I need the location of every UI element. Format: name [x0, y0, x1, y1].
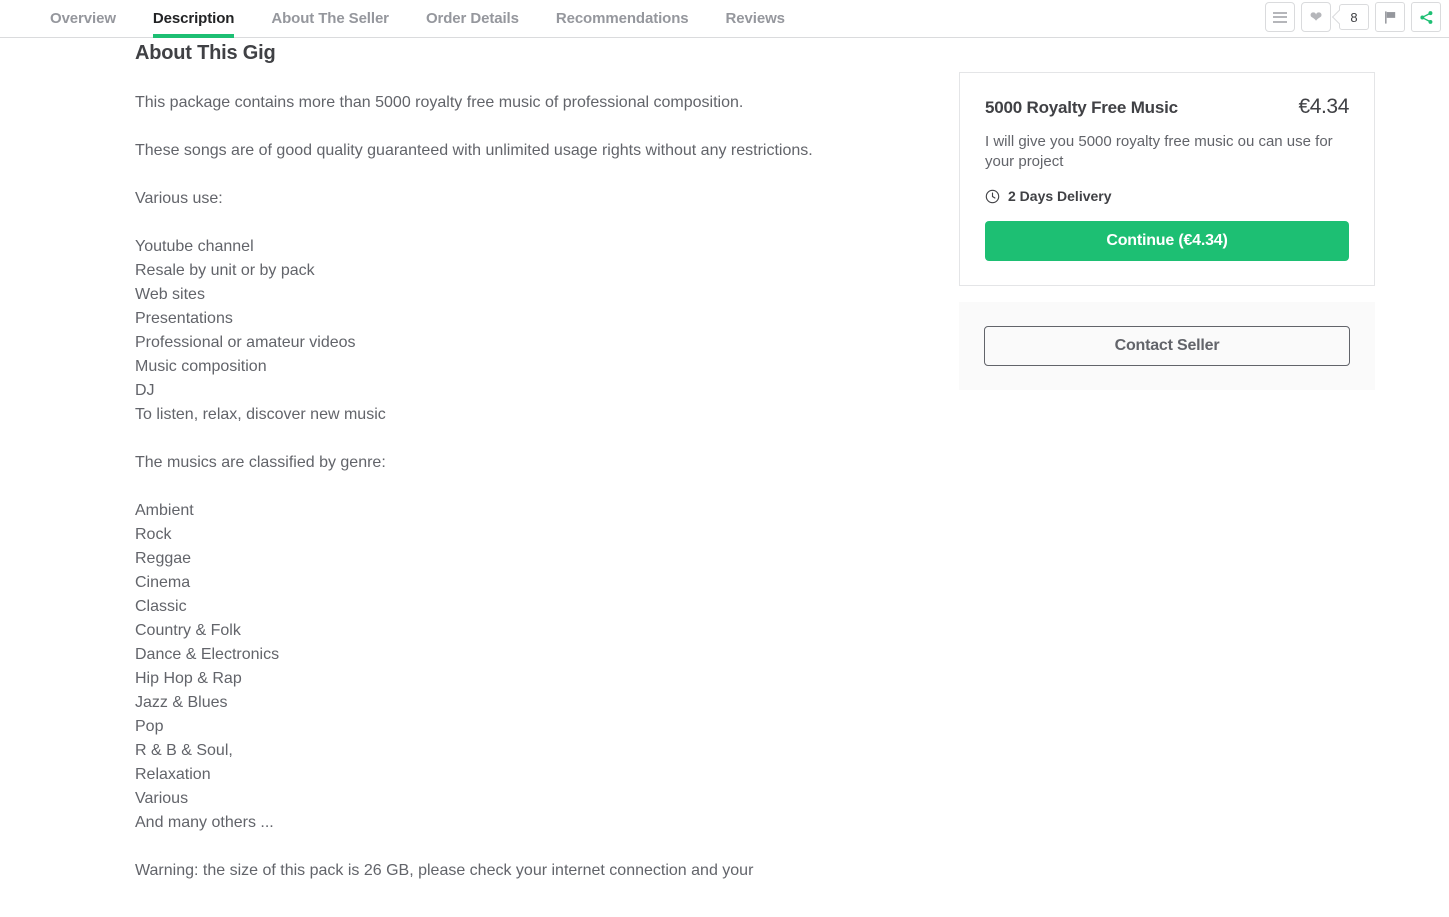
contact-seller-panel: Contact Seller — [959, 302, 1375, 390]
favorite-button[interactable]: ❤ — [1301, 2, 1331, 32]
favorite-count-badge: 8 — [1339, 4, 1369, 30]
package-delivery: 2 Days Delivery — [985, 188, 1349, 204]
page-title: About This Gig — [135, 42, 276, 64]
package-title: 5000 Royalty Free Music — [985, 98, 1178, 117]
tab-description-label: Description — [152, 10, 235, 27]
tab-order-details-label: Order Details — [425, 10, 519, 27]
tab-description[interactable]: Description — [152, 0, 235, 38]
gig-description-section: About This Gig This package contains mor… — [135, 42, 835, 883]
favorite-count-value: 8 — [1350, 9, 1358, 25]
gig-description-text: This package contains more than 5000 roy… — [135, 94, 813, 879]
share-button[interactable] — [1411, 2, 1441, 32]
clock-icon — [985, 189, 1000, 203]
share-icon — [1419, 10, 1432, 24]
tab-about-the-seller[interactable]: About The Seller — [271, 0, 389, 37]
tab-about-the-seller-label: About The Seller — [271, 10, 389, 27]
tab-order-details[interactable]: Order Details — [426, 0, 519, 37]
gig-action-buttons: ❤ 8 — [1259, 2, 1441, 32]
package-header: 5000 Royalty Free Music €4.34 — [985, 95, 1349, 119]
package-price: €4.34 — [1298, 95, 1349, 118]
flag-icon — [1384, 10, 1395, 24]
contact-seller-button[interactable]: Contact Seller — [984, 326, 1350, 366]
tab-recommendations-label: Recommendations — [555, 10, 689, 27]
heart-icon: ❤ — [1309, 8, 1323, 26]
gig-sidebar: 5000 Royalty Free Music €4.34 I will giv… — [959, 72, 1375, 390]
gig-nav-bar: Overview Description About The Seller Or… — [0, 0, 1449, 38]
list-icon — [1273, 9, 1287, 25]
collections-button[interactable] — [1265, 2, 1295, 32]
tab-overview-label: Overview — [50, 10, 116, 27]
continue-button[interactable]: Continue (€4.34) — [985, 221, 1349, 261]
report-button[interactable] — [1375, 2, 1405, 32]
gig-tab-list: Overview Description About The Seller Or… — [50, 0, 822, 38]
tab-overview[interactable]: Overview — [50, 0, 116, 37]
tab-reviews-label: Reviews — [725, 10, 785, 27]
tab-recommendations[interactable]: Recommendations — [556, 0, 689, 37]
package-card: 5000 Royalty Free Music €4.34 I will giv… — [959, 72, 1375, 286]
package-delivery-label: 2 Days Delivery — [1008, 188, 1112, 204]
package-description: I will give you 5000 royalty free music … — [985, 133, 1333, 170]
tab-reviews[interactable]: Reviews — [726, 0, 785, 37]
